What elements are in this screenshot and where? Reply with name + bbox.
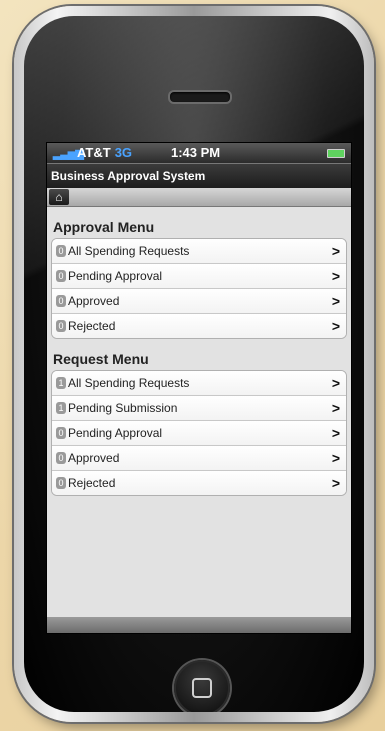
home-square-icon (192, 678, 212, 698)
request-all-spending-requests[interactable]: 1 All Spending Requests > (52, 371, 346, 396)
approval-rejected[interactable]: 0 Rejected > (52, 314, 346, 338)
status-bar: ▂▃▅▆ AT&T 3G 1:43 PM (47, 143, 351, 163)
menu-item-label: Approved (68, 451, 120, 465)
request-menu: 1 All Spending Requests > 1 Pending Subm… (51, 370, 347, 496)
request-rejected[interactable]: 0 Rejected > (52, 471, 346, 495)
carrier-name: AT&T (77, 145, 111, 160)
status-time: 1:43 PM (171, 145, 221, 160)
phone-frame: ▂▃▅▆ AT&T 3G 1:43 PM Business Approval Sy… (14, 6, 374, 722)
approval-menu-title: Approval Menu (53, 219, 155, 235)
count-badge: 0 (56, 320, 66, 332)
menu-item-label: Approved (68, 294, 120, 308)
network-type: 3G (114, 145, 133, 160)
approval-pending-approval[interactable]: 0 Pending Approval > (52, 264, 346, 289)
count-badge: 0 (56, 245, 66, 257)
approval-all-spending-requests[interactable]: 0 All Spending Requests > (52, 239, 346, 264)
chevron-right-icon: > (331, 400, 340, 416)
chevron-right-icon: > (331, 425, 340, 441)
count-badge: 0 (56, 427, 66, 439)
count-badge: 1 (56, 402, 66, 414)
chevron-right-icon: > (331, 475, 340, 491)
phone-body: ▂▃▅▆ AT&T 3G 1:43 PM Business Approval Sy… (24, 16, 364, 712)
approval-approved[interactable]: 0 Approved > (52, 289, 346, 314)
toolbar: ⌂ (47, 188, 351, 207)
chevron-right-icon: > (331, 375, 340, 391)
battery-icon (327, 149, 345, 158)
app-title: Business Approval System (47, 163, 351, 188)
approval-menu: 0 All Spending Requests > 0 Pending Appr… (51, 238, 347, 339)
menu-item-label: All Spending Requests (68, 244, 190, 258)
menu-item-label: Rejected (68, 476, 116, 490)
request-pending-approval[interactable]: 0 Pending Approval > (52, 421, 346, 446)
menu-item-label: Pending Approval (68, 426, 163, 440)
chevron-right-icon: > (331, 268, 340, 284)
count-badge: 1 (56, 377, 66, 389)
request-pending-submission[interactable]: 1 Pending Submission > (52, 396, 346, 421)
bottom-bar (47, 617, 351, 633)
chevron-right-icon: > (331, 293, 340, 309)
chevron-right-icon: > (331, 450, 340, 466)
main-content: Approval Menu 0 All Spending Requests > … (47, 207, 351, 496)
carrier-label: AT&T 3G (77, 145, 132, 160)
request-approved[interactable]: 0 Approved > (52, 446, 346, 471)
earpiece-speaker (168, 90, 232, 104)
request-menu-title: Request Menu (53, 351, 149, 367)
count-badge: 0 (56, 270, 66, 282)
device-home-button[interactable] (174, 660, 230, 712)
count-badge: 0 (56, 477, 66, 489)
menu-item-label: Pending Submission (68, 401, 178, 415)
menu-item-label: Pending Approval (68, 269, 163, 283)
device-screen: ▂▃▅▆ AT&T 3G 1:43 PM Business Approval Sy… (46, 142, 352, 634)
menu-item-label: All Spending Requests (68, 376, 190, 390)
menu-item-label: Rejected (68, 319, 116, 333)
chevron-right-icon: > (331, 318, 340, 334)
chevron-right-icon: > (331, 243, 340, 259)
count-badge: 0 (56, 295, 66, 307)
count-badge: 0 (56, 452, 66, 464)
home-icon[interactable]: ⌂ (49, 189, 69, 205)
